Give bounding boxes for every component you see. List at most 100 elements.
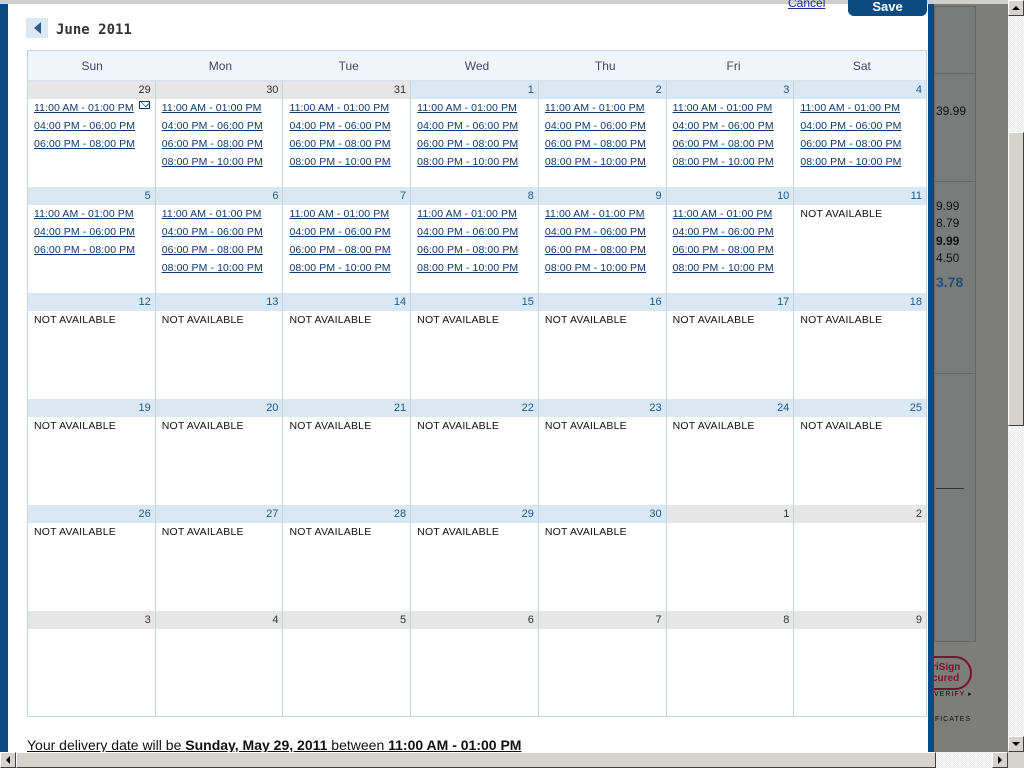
time-slot-link[interactable]: 08:00 PM - 10:00 PM [289, 155, 410, 171]
time-slot-link[interactable]: 11:00 AM - 01:00 PM [162, 207, 283, 223]
time-slot-link[interactable]: 08:00 PM - 10:00 PM [289, 261, 410, 277]
calendar-day: 2 [794, 505, 927, 611]
time-slot-link[interactable]: 06:00 PM - 08:00 PM [673, 137, 794, 153]
chevron-left-icon [33, 22, 41, 34]
time-slot-link[interactable]: 11:00 AM - 01:00 PM [800, 101, 926, 117]
scroll-left-button[interactable] [0, 752, 16, 768]
time-slot-link[interactable]: 06:00 PM - 08:00 PM [34, 137, 155, 153]
time-slot-link[interactable]: 04:00 PM - 06:00 PM [162, 119, 283, 135]
calendar-day: 30 NOT AVAILABLE [538, 505, 667, 611]
calendar-day: 7 [538, 611, 667, 717]
verisign-text: cured [932, 673, 960, 684]
cancel-link[interactable]: Cancel [788, 0, 825, 10]
time-slot-link[interactable]: 06:00 PM - 08:00 PM [673, 243, 794, 259]
time-slot-link[interactable]: 04:00 PM - 06:00 PM [162, 225, 283, 241]
calendar-week: 5 11:00 AM - 01:00 PM 04:00 PM - 06:00 PM 0… [28, 187, 927, 293]
time-slot-link[interactable]: 08:00 PM - 10:00 PM [162, 261, 283, 277]
time-slot-link[interactable]: 04:00 PM - 06:00 PM [289, 225, 410, 241]
time-slot-link[interactable]: 04:00 PM - 06:00 PM [34, 225, 155, 241]
day-number: 6 [411, 611, 538, 629]
day-number: 25 [794, 399, 927, 417]
horizontal-scroll-thumb[interactable] [16, 752, 936, 768]
time-slot-link[interactable]: 06:00 PM - 08:00 PM [34, 243, 155, 259]
time-slot-link[interactable]: 11:00 AM - 01:00 PM [162, 101, 283, 117]
time-slot-link[interactable]: 04:00 PM - 06:00 PM [34, 119, 155, 135]
delivery-summary: Your delivery date will be Sunday, May 2… [27, 737, 521, 753]
time-slot-link[interactable]: 08:00 PM - 10:00 PM [417, 155, 538, 171]
time-slot-link[interactable]: 11:00 AM - 01:00 PM [545, 207, 666, 223]
not-available-label: NOT AVAILABLE [161, 420, 244, 432]
calendar-day: 3 [28, 611, 156, 717]
time-slot-link[interactable]: 06:00 PM - 08:00 PM [162, 243, 283, 259]
time-slot-link[interactable]: 08:00 PM - 10:00 PM [545, 261, 666, 277]
background-price: 9.99 [936, 234, 960, 248]
scroll-up-button[interactable] [1008, 0, 1024, 16]
calendar-day: 3 11:00 AM - 01:00 PM 04:00 PM - 06:00 PM 0… [666, 81, 795, 187]
time-slot-link[interactable]: 11:00 AM - 01:00 PM [34, 101, 155, 117]
calendar-day: 29 11:00 AM - 01:00 PM 04:00 PM - 06:00 PM… [28, 81, 156, 187]
time-slot-link[interactable]: 11:00 AM - 01:00 PM [545, 101, 666, 117]
time-slot-link[interactable]: 11:00 AM - 01:00 PM [34, 207, 155, 223]
time-slot-link[interactable]: 08:00 PM - 10:00 PM [417, 261, 538, 277]
vertical-scrollbar[interactable] [1008, 0, 1024, 752]
calendar-day: 5 11:00 AM - 01:00 PM 04:00 PM - 06:00 PM 0… [28, 187, 156, 293]
day-number: 30 [155, 81, 283, 99]
day-number: 18 [794, 293, 927, 311]
time-slot-link[interactable]: 04:00 PM - 06:00 PM [417, 119, 538, 135]
vertical-scroll-thumb[interactable] [1008, 132, 1024, 426]
verisign-badge: riSign cured [928, 656, 972, 690]
time-slot-link[interactable]: 11:00 AM - 01:00 PM [417, 207, 538, 223]
calendar-week: 12 NOT AVAILABLE 13 NOT AVAILABLE 14 NOT AVAI… [28, 293, 927, 399]
not-available-label: NOT AVAILABLE [417, 314, 500, 326]
day-number: 23 [538, 399, 666, 417]
time-slot-link[interactable]: 08:00 PM - 10:00 PM [545, 155, 666, 171]
day-number: 3 [666, 81, 794, 99]
day-number: 14 [283, 293, 411, 311]
time-slot-link[interactable]: 06:00 PM - 08:00 PM [289, 243, 410, 259]
not-available-label: NOT AVAILABLE [417, 526, 500, 538]
time-slot-link[interactable]: 04:00 PM - 06:00 PM [417, 225, 538, 241]
not-available-label: NOT AVAILABLE [289, 420, 372, 432]
scroll-down-button[interactable] [1008, 736, 1024, 752]
time-slot-link[interactable]: 04:00 PM - 06:00 PM [800, 119, 926, 135]
day-number: 9 [794, 611, 927, 629]
day-number: 26 [28, 505, 155, 523]
time-slot-link[interactable]: 11:00 AM - 01:00 PM [289, 207, 410, 223]
time-slot-link[interactable]: 11:00 AM - 01:00 PM [673, 101, 794, 117]
month-title: June 2011 [56, 22, 132, 38]
time-slot-link[interactable]: 06:00 PM - 08:00 PM [417, 137, 538, 153]
day-number: 2 [538, 81, 666, 99]
time-slot-link[interactable]: 08:00 PM - 10:00 PM [673, 155, 794, 171]
time-slot-link[interactable]: 04:00 PM - 06:00 PM [289, 119, 410, 135]
scroll-right-button[interactable] [992, 752, 1008, 768]
time-slot-link[interactable]: 11:00 AM - 01:00 PM [417, 101, 538, 117]
calendar-day: 30 11:00 AM - 01:00 PM 04:00 PM - 06:00 PM… [155, 81, 284, 187]
day-number: 30 [538, 505, 666, 523]
time-slot-link[interactable]: 04:00 PM - 06:00 PM [673, 225, 794, 241]
calendar-day: 15 NOT AVAILABLE [411, 293, 539, 399]
day-of-week-sat: Sat [852, 59, 871, 73]
time-slot-link[interactable]: 11:00 AM - 01:00 PM [289, 101, 410, 117]
time-slot-link[interactable]: 06:00 PM - 08:00 PM [545, 137, 666, 153]
time-slot-link[interactable]: 06:00 PM - 08:00 PM [289, 137, 410, 153]
time-slot-link[interactable]: 04:00 PM - 06:00 PM [673, 119, 794, 135]
prev-month-button[interactable] [26, 18, 48, 38]
time-slot-link[interactable]: 06:00 PM - 08:00 PM [800, 137, 926, 153]
time-slot-link[interactable]: 08:00 PM - 10:00 PM [800, 155, 926, 171]
time-slot-link[interactable]: 06:00 PM - 08:00 PM [162, 137, 283, 153]
horizontal-scrollbar[interactable] [0, 752, 1008, 768]
save-button[interactable]: Save [848, 0, 927, 16]
time-slot-link[interactable]: 04:00 PM - 06:00 PM [545, 119, 666, 135]
time-slot-link[interactable]: 06:00 PM - 08:00 PM [417, 243, 538, 259]
time-slot-link[interactable]: 08:00 PM - 10:00 PM [162, 155, 283, 171]
calendar-day: 29 NOT AVAILABLE [411, 505, 539, 611]
time-slot-link[interactable]: 04:00 PM - 06:00 PM [545, 225, 666, 241]
not-available-label: NOT AVAILABLE [34, 526, 116, 538]
days-of-week-header: Sun Mon Tue Wed Thu Fri Sat [28, 51, 926, 81]
calendar-day: 12 NOT AVAILABLE [28, 293, 156, 399]
time-slot-link[interactable]: 11:00 AM - 01:00 PM [673, 207, 794, 223]
not-available-label: NOT AVAILABLE [289, 526, 372, 538]
time-slot-link[interactable]: 08:00 PM - 10:00 PM [673, 261, 794, 277]
calendar-day: 5 [283, 611, 412, 717]
time-slot-link[interactable]: 06:00 PM - 08:00 PM [545, 243, 666, 259]
